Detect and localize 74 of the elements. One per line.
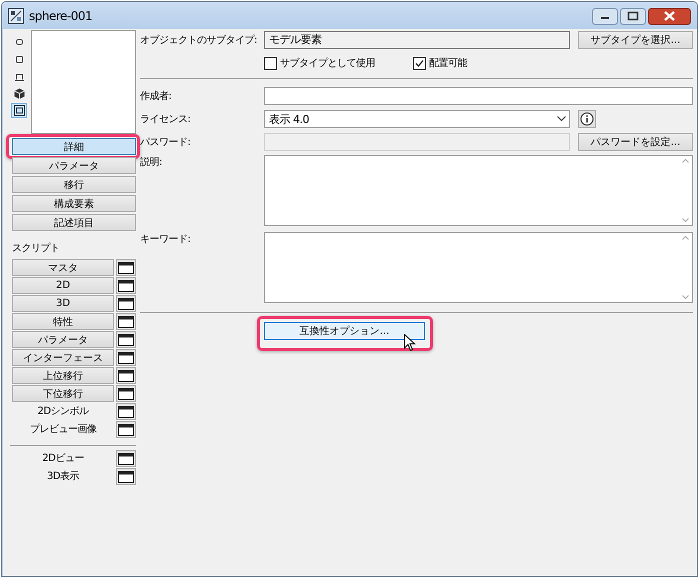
script-label: 2Dシンボル: [36, 405, 90, 419]
window-icon: [118, 334, 134, 346]
field-label: オブジェクトのサブタイプ:: [140, 34, 258, 47]
section-button[interactable]: 記述項目: [12, 214, 136, 231]
author-field[interactable]: [264, 87, 693, 105]
checkbox-label: 配置可能: [429, 56, 467, 70]
open-window-button[interactable]: [116, 421, 136, 438]
window-icon: [118, 452, 134, 464]
frame-icon: [12, 104, 26, 117]
app-icon: [8, 8, 24, 24]
open-window-button[interactable]: [116, 349, 136, 366]
open-window-button[interactable]: [116, 385, 136, 402]
field-label: パスワード:: [140, 136, 192, 149]
view-toggle[interactable]: [11, 103, 27, 118]
cube-icon: [12, 87, 26, 100]
open-window-button[interactable]: [116, 331, 136, 348]
scroll-down-icon: [682, 218, 689, 222]
window-icon: [118, 352, 134, 364]
script-button[interactable]: 下位移行: [12, 385, 114, 402]
open-window-button[interactable]: [116, 367, 136, 384]
script-label: プレビュー画像: [28, 422, 98, 437]
subtype-field: モデル要素: [264, 31, 570, 49]
open-window-button[interactable]: [116, 295, 136, 312]
script-button[interactable]: 上位移行: [12, 367, 114, 384]
section-button[interactable]: 詳細: [12, 138, 136, 155]
compatibility-options-button[interactable]: 互換性オプション...: [264, 322, 425, 340]
view-label: 2Dビュー: [41, 452, 85, 466]
checkbox[interactable]: [413, 56, 426, 70]
view-label: 3D表示: [46, 470, 80, 484]
window-icon: [118, 470, 134, 482]
field-label: 説明:: [140, 156, 163, 169]
open-window-button[interactable]: [116, 468, 136, 485]
info-icon[interactable]: [578, 110, 596, 128]
scroll-up-icon: [682, 236, 689, 240]
checkbox[interactable]: [264, 56, 277, 70]
open-window-button[interactable]: [116, 259, 136, 276]
window-icon: [118, 388, 134, 400]
window-icon: [118, 406, 134, 418]
section-button[interactable]: 移行: [12, 176, 136, 193]
maximize-button[interactable]: [620, 8, 646, 25]
window-title: sphere-001: [29, 8, 92, 22]
open-window-button[interactable]: [116, 403, 136, 420]
field-label: キーワード:: [140, 233, 192, 246]
section-button[interactable]: パラメータ: [12, 157, 136, 174]
window-icon: [118, 424, 134, 436]
checkbox-label: サブタイプとして使用: [280, 56, 375, 70]
select-subtype-button[interactable]: サブタイプを選択...: [578, 31, 693, 49]
open-window-button[interactable]: [116, 450, 136, 467]
cursor-icon: [404, 334, 416, 352]
window-icon: [118, 370, 134, 382]
script-button[interactable]: 特性: [12, 313, 114, 330]
description-field[interactable]: [264, 155, 693, 226]
window-icon: [118, 262, 134, 274]
script-button[interactable]: インターフェース: [12, 349, 114, 366]
scroll-down-icon: [682, 295, 689, 299]
section-label: スクリプト: [12, 242, 60, 255]
close-button[interactable]: [648, 8, 691, 25]
section-button[interactable]: 構成要素: [12, 195, 136, 212]
window-icon: [118, 316, 134, 328]
license-dropdown[interactable]: 表示 4.0: [264, 110, 570, 128]
script-button[interactable]: マスタ: [12, 259, 114, 276]
open-window-button[interactable]: [116, 313, 136, 330]
window-icon: [118, 280, 134, 292]
field-label: ライセンス:: [140, 113, 192, 126]
open-window-button[interactable]: [116, 277, 136, 294]
chevron-down-icon: [557, 116, 566, 122]
minimize-button[interactable]: [592, 8, 618, 25]
script-button[interactable]: パラメータ: [12, 331, 114, 348]
script-button[interactable]: 2D: [12, 277, 114, 294]
script-button[interactable]: 3D: [12, 295, 114, 312]
scroll-up-icon: [682, 159, 689, 163]
field-label: 作成者:: [140, 90, 172, 103]
keywords-field[interactable]: [264, 232, 693, 303]
window-icon: [118, 298, 134, 310]
